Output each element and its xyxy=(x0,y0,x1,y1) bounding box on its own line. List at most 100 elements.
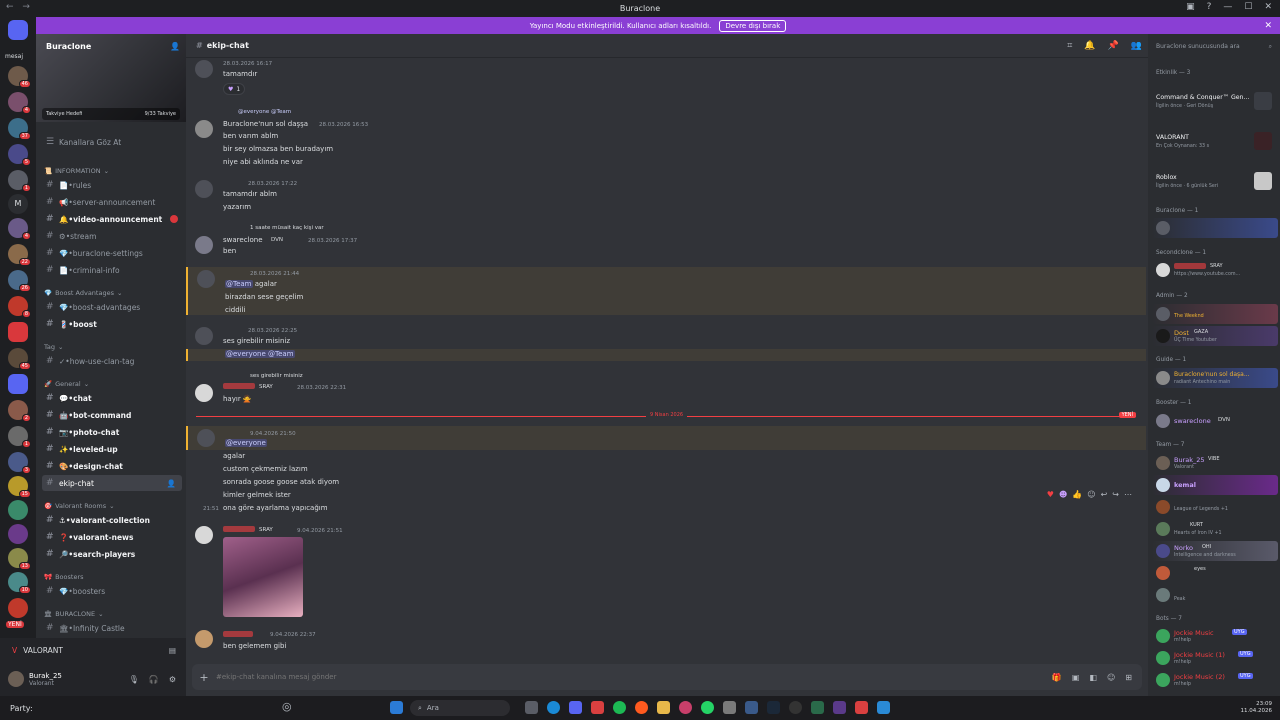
taskview-icon[interactable] xyxy=(525,701,538,714)
server-icon[interactable]: 3 xyxy=(8,452,31,474)
guild-header[interactable]: Buraclone 👤 Takviye Hedefi 9/33 Takviye xyxy=(36,34,186,122)
app-icon[interactable] xyxy=(591,701,604,714)
message[interactable]: @everyone @Team Buraclone'nun sol daşşa … xyxy=(186,108,1146,168)
avatar[interactable] xyxy=(195,526,213,544)
member-row[interactable]: League of Legends +1 xyxy=(1152,497,1278,517)
image-attachment[interactable] xyxy=(223,537,303,617)
opera-icon[interactable] xyxy=(679,701,692,714)
heart-reaction-icon[interactable]: ♥ xyxy=(1047,490,1054,499)
firefox-icon[interactable] xyxy=(635,701,648,714)
thumbs-up-icon[interactable]: 👍 xyxy=(1072,490,1082,499)
message[interactable]: SRAY 9.04.2026 21:51 xyxy=(186,524,1146,620)
avatar[interactable] xyxy=(195,60,213,78)
member-row[interactable]: KURT Hearts of Iron IV +1 xyxy=(1152,519,1278,539)
category-tag[interactable]: Tag ⌄ xyxy=(44,343,63,351)
server-icon[interactable]: 2 xyxy=(8,400,31,422)
emoji-icon[interactable]: ☺ xyxy=(1107,673,1115,682)
server-icon[interactable]: 45 xyxy=(8,348,31,370)
server-icon[interactable] xyxy=(8,322,28,342)
channel-valorant-news[interactable]: # ❓•valorant-news xyxy=(42,529,182,545)
message[interactable]: 9.04.2026 21:50 @everyone xyxy=(186,426,1146,450)
bell-icon[interactable]: 🔔 xyxy=(1084,41,1095,51)
close-icon[interactable]: ✕ xyxy=(1264,2,1272,12)
channel-stream[interactable]: # ⚙•stream xyxy=(42,228,182,244)
server-icon[interactable]: 1 xyxy=(8,170,31,192)
avatar[interactable] xyxy=(195,630,213,648)
server-icon[interactable]: 10 xyxy=(8,572,31,594)
reply-icon[interactable]: ↩ xyxy=(1101,490,1108,499)
more-icon[interactable]: ⋯ xyxy=(1124,490,1132,499)
steam-icon[interactable] xyxy=(767,701,780,714)
channel-bot-command[interactable]: # 🤖•bot-command xyxy=(42,407,182,423)
server-icon-m[interactable]: M xyxy=(8,194,28,214)
activity-card[interactable]: VALORANT En Çok Oynanan: 33 s xyxy=(1152,124,1278,158)
sticker-icon[interactable]: ◧ xyxy=(1089,673,1097,682)
channel-leveled-up[interactable]: # ✨•leveled-up xyxy=(42,441,182,457)
channel-criminal-info[interactable]: # 📄•criminal-info xyxy=(42,262,182,278)
threads-icon[interactable]: ⌗ xyxy=(1067,41,1072,51)
member-row[interactable]: kemal xyxy=(1152,475,1278,495)
avatar[interactable] xyxy=(195,180,213,198)
reaction[interactable]: ♥ 1 xyxy=(223,83,246,95)
mic-icon[interactable]: 🎙 xyxy=(129,675,139,684)
edge-icon[interactable] xyxy=(547,701,560,714)
avatar[interactable] xyxy=(195,120,213,138)
avatar[interactable] xyxy=(195,236,213,254)
category-valorant[interactable]: 🎯 Valorant Rooms ⌄ xyxy=(44,502,115,510)
channel-search-players[interactable]: # 🔎•search-players xyxy=(42,546,182,562)
channel-infinity-castle[interactable]: # 🏛•Infinity Castle xyxy=(42,620,182,636)
server-icon[interactable]: 22 xyxy=(8,244,31,266)
category-general[interactable]: 🚀 General ⌄ xyxy=(44,380,89,388)
member-row[interactable] xyxy=(1152,218,1278,238)
whatsapp-icon[interactable] xyxy=(701,701,714,714)
channel-design-chat[interactable]: # 🎨•design-chat xyxy=(42,458,182,474)
obs-icon[interactable] xyxy=(789,701,802,714)
message-continued[interactable]: agalar custom çekmemiz lazım sonrada goo… xyxy=(186,450,1146,516)
member-row[interactable]: swareclone DVN xyxy=(1152,411,1278,431)
channel-valorant-collection[interactable]: # ⚓•valorant-collection xyxy=(42,512,182,528)
folder-icon[interactable] xyxy=(8,374,28,394)
folder-icon[interactable] xyxy=(657,701,670,714)
channel-chat[interactable]: # 💬•chat xyxy=(42,390,182,406)
channel-video-announcement[interactable]: # 🔔•video-announcement xyxy=(42,211,182,227)
minimize-icon[interactable]: — xyxy=(1223,2,1232,12)
member-row[interactable]: eyes xyxy=(1152,563,1278,583)
server-icon[interactable]: 46 xyxy=(8,66,31,88)
server-icon[interactable]: 8 xyxy=(8,296,31,318)
message[interactable]: 28.03.2026 16:17 tamamdır ♥ 1 xyxy=(186,58,1146,98)
message-input[interactable] xyxy=(216,673,1052,681)
server-icon[interactable]: 13 xyxy=(8,548,31,570)
member-row[interactable]: Burak_25 VIBE Valorant xyxy=(1152,453,1278,473)
member-row[interactable]: Norko OHI Intelligence and darkness xyxy=(1152,541,1278,561)
message[interactable]: 28.03.2026 21:44 @Team agalar birazdan s… xyxy=(186,267,1146,315)
forward-icon[interactable]: ↪ xyxy=(1112,490,1119,499)
activity-card[interactable]: Command & Conquer™ Gen... İlgilin önce ·… xyxy=(1152,84,1278,118)
voice-status[interactable]: V VALORANT ▤ xyxy=(0,638,186,662)
server-icon[interactable] xyxy=(8,598,28,618)
add-member-icon[interactable]: 👤 xyxy=(167,479,176,488)
message[interactable]: ses girebilir misiniz SRAY 28.03.2026 22… xyxy=(186,371,1146,407)
channel-photo-chat[interactable]: # 📷•photo-chat xyxy=(42,424,182,440)
message[interactable]: 9.04.2026 22:37 ben gelemem gibi xyxy=(186,628,1146,658)
category-buraclone[interactable]: 🏛 BURACLONE ⌄ xyxy=(44,610,104,618)
plus-icon[interactable]: + xyxy=(192,671,216,684)
message[interactable]: 28.03.2026 22:25 ses girebilir misiniz xyxy=(186,326,1146,350)
category-boosters[interactable]: 🎀 Boosters xyxy=(44,573,84,581)
avatar[interactable] xyxy=(195,384,213,402)
channel-server-announcement[interactable]: # 📢•server-announcement xyxy=(42,194,182,210)
gear-icon[interactable]: ⚙ xyxy=(169,675,176,684)
app-icon[interactable] xyxy=(811,701,824,714)
member-row[interactable]: Peak xyxy=(1152,585,1278,605)
avatar[interactable] xyxy=(197,429,215,447)
disable-button[interactable]: Devre dışı bırak xyxy=(719,19,787,32)
server-icon[interactable]: 4 xyxy=(8,92,31,114)
gift-icon[interactable]: 🎁 xyxy=(1052,673,1062,682)
guild-name[interactable]: Buraclone xyxy=(46,42,91,51)
discord-home-icon[interactable] xyxy=(8,20,28,40)
category-information[interactable]: 📜 INFORMATION ⌄ xyxy=(44,167,109,175)
start-icon[interactable] xyxy=(390,701,403,714)
valorant-icon[interactable] xyxy=(855,701,868,714)
app-icon[interactable] xyxy=(833,701,846,714)
channel-buraclone-settings[interactable]: # 💎•buraclone-settings xyxy=(42,245,182,261)
member-row[interactable]: Buraclone'nun sol daşa... radiant Antech… xyxy=(1152,368,1278,388)
